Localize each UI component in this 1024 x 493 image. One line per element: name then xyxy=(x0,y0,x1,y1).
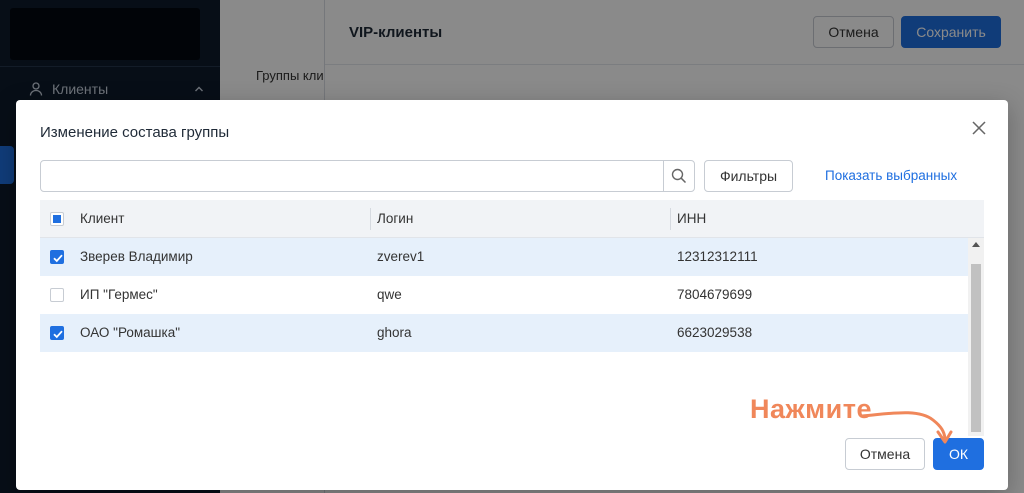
search-box xyxy=(40,160,695,192)
cell-inn: 6623029538 xyxy=(677,325,753,340)
scrollbar-thumb[interactable] xyxy=(971,264,981,432)
column-header-client[interactable]: Клиент xyxy=(80,211,124,226)
table-row[interactable]: ОАО "Ромашка" ghora 6623029538 xyxy=(40,314,968,352)
checkmark-icon xyxy=(53,330,63,339)
filters-button[interactable]: Фильтры xyxy=(704,160,793,192)
hint-label: Нажмите xyxy=(750,394,872,424)
search-input[interactable] xyxy=(41,161,663,191)
column-separator[interactable] xyxy=(670,208,671,230)
checkmark-icon xyxy=(53,254,63,263)
select-all-checkbox[interactable] xyxy=(50,212,64,226)
search-button[interactable] xyxy=(663,161,694,191)
column-header-inn[interactable]: ИНН xyxy=(677,211,706,226)
row-checkbox[interactable] xyxy=(50,250,64,264)
table-row[interactable]: Зверев Владимир zverev1 12312312111 xyxy=(40,238,968,276)
cell-login: ghora xyxy=(377,325,412,340)
dialog-title: Изменение состава группы xyxy=(40,124,230,141)
cell-client: Зверев Владимир xyxy=(80,249,193,264)
table-scrollbar[interactable] xyxy=(968,238,984,436)
cell-login: zverev1 xyxy=(377,249,425,264)
cell-client: ОАО "Ромашка" xyxy=(80,325,180,340)
table-header: Клиент Логин ИНН xyxy=(40,200,984,238)
column-header-login[interactable]: Логин xyxy=(377,211,413,226)
cell-login: qwe xyxy=(377,287,402,302)
hint-arrow-icon xyxy=(860,411,953,444)
cell-inn: 12312312111 xyxy=(677,249,758,264)
table-row[interactable]: ИП "Гермес" qwe 7804679699 xyxy=(40,276,968,314)
cell-client: ИП "Гермес" xyxy=(80,287,158,302)
row-checkbox[interactable] xyxy=(50,326,64,340)
close-icon[interactable] xyxy=(971,120,987,136)
scroll-up-arrow-icon[interactable] xyxy=(972,242,980,247)
row-checkbox[interactable] xyxy=(50,288,64,302)
column-separator[interactable] xyxy=(370,208,371,230)
cell-inn: 7804679699 xyxy=(677,287,753,302)
search-icon xyxy=(671,168,687,184)
show-selected-link[interactable]: Показать выбранных xyxy=(825,168,957,183)
